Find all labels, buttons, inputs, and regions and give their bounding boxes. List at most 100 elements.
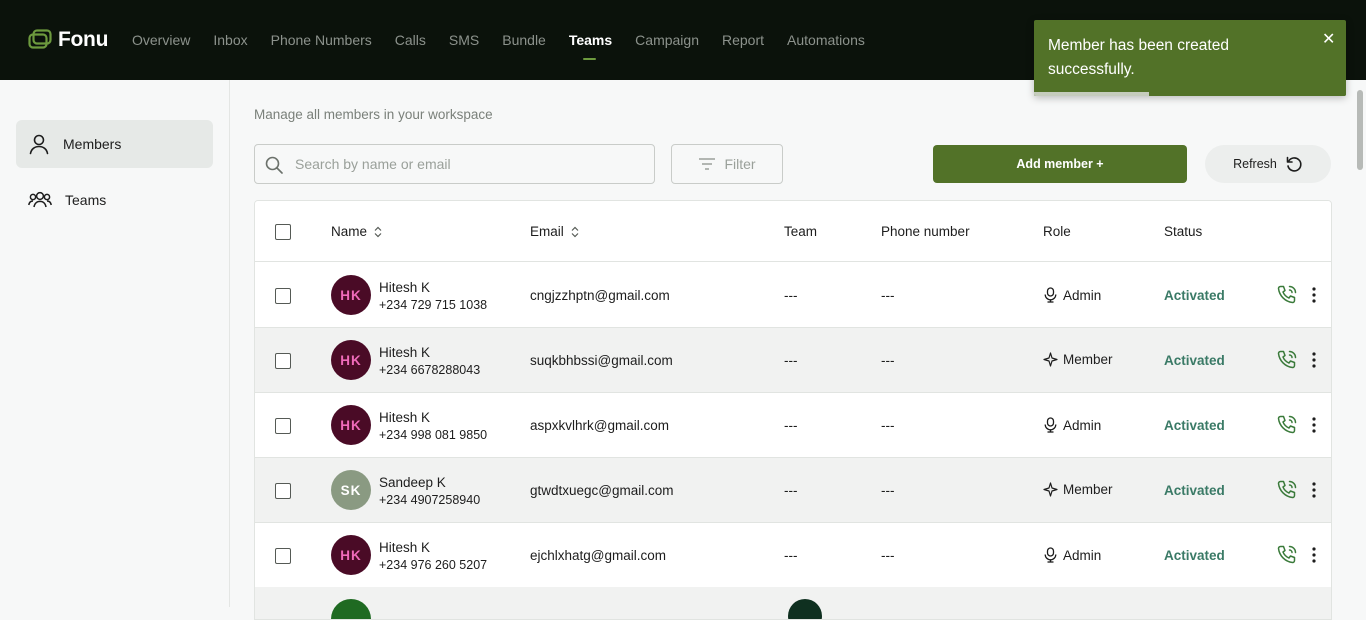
refresh-button[interactable]: Refresh: [1205, 145, 1331, 183]
more-options-button[interactable]: [1311, 350, 1317, 375]
phone-call-icon: [1277, 285, 1297, 304]
member-email: ejchlxhatg@gmail.com: [530, 548, 667, 563]
nav-campaign[interactable]: Campaign: [635, 32, 699, 48]
call-button[interactable]: [1276, 284, 1298, 311]
refresh-icon: [1286, 156, 1302, 172]
page-scrollbar[interactable]: [1356, 80, 1366, 607]
avatar: HK: [331, 535, 371, 575]
column-email[interactable]: Email: [530, 224, 579, 239]
scrollbar-thumb[interactable]: [1357, 90, 1363, 170]
mic-icon: [1044, 547, 1057, 563]
more-options-button[interactable]: [1311, 415, 1317, 440]
more-vertical-icon: [1312, 287, 1316, 303]
success-toast: Member has been created successfully. ✕: [1034, 20, 1346, 96]
nav-phone-numbers[interactable]: Phone Numbers: [271, 32, 372, 48]
member-phone-number: ---: [881, 353, 895, 368]
nav-calls[interactable]: Calls: [395, 32, 426, 48]
members-table: Name Email Team Phone number Role Status…: [254, 200, 1332, 620]
avatar-initials: HK: [340, 547, 362, 563]
row-checkbox[interactable]: [275, 548, 291, 564]
sidebar-item-members[interactable]: Members: [16, 120, 213, 168]
table-row[interactable]: SK Sandeep K +234 4907258940 gtwdtxuegc@gma…: [255, 458, 1331, 523]
more-vertical-icon: [1312, 482, 1316, 498]
avatar: SK: [331, 470, 371, 510]
member-team: ---: [784, 418, 798, 433]
member-phone: +234 976 260 5207: [379, 558, 488, 572]
table-row[interactable]: HK Hitesh K +234 998 081 9850 aspxkvlhrk@gm…: [255, 393, 1331, 458]
mic-icon: [1044, 287, 1057, 303]
table-row[interactable]: HK Hitesh K +234 6678288043 suqkbhbssi@gmai…: [255, 328, 1331, 393]
phone-call-icon: [1277, 415, 1297, 434]
nav-report[interactable]: Report: [722, 32, 764, 48]
filter-button[interactable]: Filter: [671, 144, 783, 184]
toast-progress-bar: [1034, 92, 1150, 96]
avatar-initials: SK: [340, 482, 362, 498]
avatar-initials: HK: [340, 352, 362, 368]
nav-teams[interactable]: Teams: [569, 32, 612, 60]
column-name[interactable]: Name: [331, 224, 382, 239]
sparkle-icon: [1043, 482, 1058, 497]
app-name: Fonu: [58, 28, 109, 51]
nav-automations[interactable]: Automations: [787, 32, 865, 48]
member-role: Member: [1043, 482, 1113, 497]
member-team: ---: [784, 353, 798, 368]
sort-icon: [571, 226, 579, 237]
avatar: [331, 599, 371, 619]
row-checkbox[interactable]: [275, 483, 291, 499]
call-button[interactable]: [1276, 544, 1298, 571]
member-phone: +234 4907258940: [379, 493, 481, 507]
close-icon[interactable]: ✕: [1322, 29, 1335, 49]
fonu-logo-icon: [28, 29, 52, 49]
call-button[interactable]: [1276, 414, 1298, 441]
phone-call-icon: [1277, 350, 1297, 369]
select-all-checkbox[interactable]: [275, 224, 291, 240]
table-row[interactable]: HK Hitesh K +234 729 715 1038 cngjzzhptn@gm…: [255, 263, 1331, 328]
member-name: Hitesh K: [379, 410, 431, 425]
avatar: HK: [331, 405, 371, 445]
more-options-button[interactable]: [1311, 480, 1317, 505]
nav-sms[interactable]: SMS: [449, 32, 479, 48]
more-options-button[interactable]: [1311, 285, 1317, 310]
sidebar: Members Teams: [0, 80, 230, 607]
column-role: Role: [1043, 224, 1071, 239]
avatar-initials: HK: [340, 417, 362, 433]
column-email-label: Email: [530, 224, 564, 239]
more-options-button[interactable]: [1311, 545, 1317, 570]
main-nav: Overview Inbox Phone Numbers Calls SMS B…: [132, 32, 888, 60]
search-box[interactable]: [254, 144, 655, 184]
team-avatar: [788, 599, 822, 619]
member-role: Member: [1043, 352, 1113, 367]
table-header: Name Email Team Phone number Role Status: [255, 201, 1331, 262]
sort-icon: [374, 226, 382, 237]
table-row[interactable]: HK Hitesh K +234 976 260 5207 ejchlxhatg@gm…: [255, 523, 1331, 588]
member-email: aspxkvlhrk@gmail.com: [530, 418, 669, 433]
app-logo[interactable]: Fonu: [28, 28, 108, 52]
status-badge: Activated: [1164, 548, 1225, 563]
search-input[interactable]: [295, 145, 645, 183]
nav-bundle[interactable]: Bundle: [502, 32, 546, 48]
search-icon: [265, 156, 283, 174]
row-checkbox[interactable]: [275, 288, 291, 304]
member-role: Admin: [1043, 287, 1101, 303]
sidebar-item-teams[interactable]: Teams: [16, 176, 213, 224]
add-member-button[interactable]: Add member +: [933, 145, 1187, 183]
role-label: Admin: [1063, 287, 1102, 303]
toast-message: Member has been created successfully.: [1048, 37, 1229, 78]
member-phone: +234 729 715 1038: [379, 298, 488, 312]
member-phone: +234 998 081 9850: [379, 428, 488, 442]
call-button[interactable]: [1276, 349, 1298, 376]
column-phone-number: Phone number: [881, 224, 970, 239]
nav-overview[interactable]: Overview: [132, 32, 190, 48]
refresh-label: Refresh: [1233, 157, 1277, 171]
member-phone: +234 6678288043: [379, 363, 481, 377]
sidebar-item-label: Teams: [65, 192, 107, 208]
row-checkbox[interactable]: [275, 418, 291, 434]
nav-inbox[interactable]: Inbox: [213, 32, 247, 48]
column-team: Team: [784, 224, 818, 239]
column-status: Status: [1164, 224, 1203, 239]
member-phone-number: ---: [881, 548, 895, 563]
row-checkbox[interactable]: [275, 353, 291, 369]
more-vertical-icon: [1312, 417, 1316, 433]
call-button[interactable]: [1276, 479, 1298, 506]
phone-call-icon: [1277, 480, 1297, 499]
